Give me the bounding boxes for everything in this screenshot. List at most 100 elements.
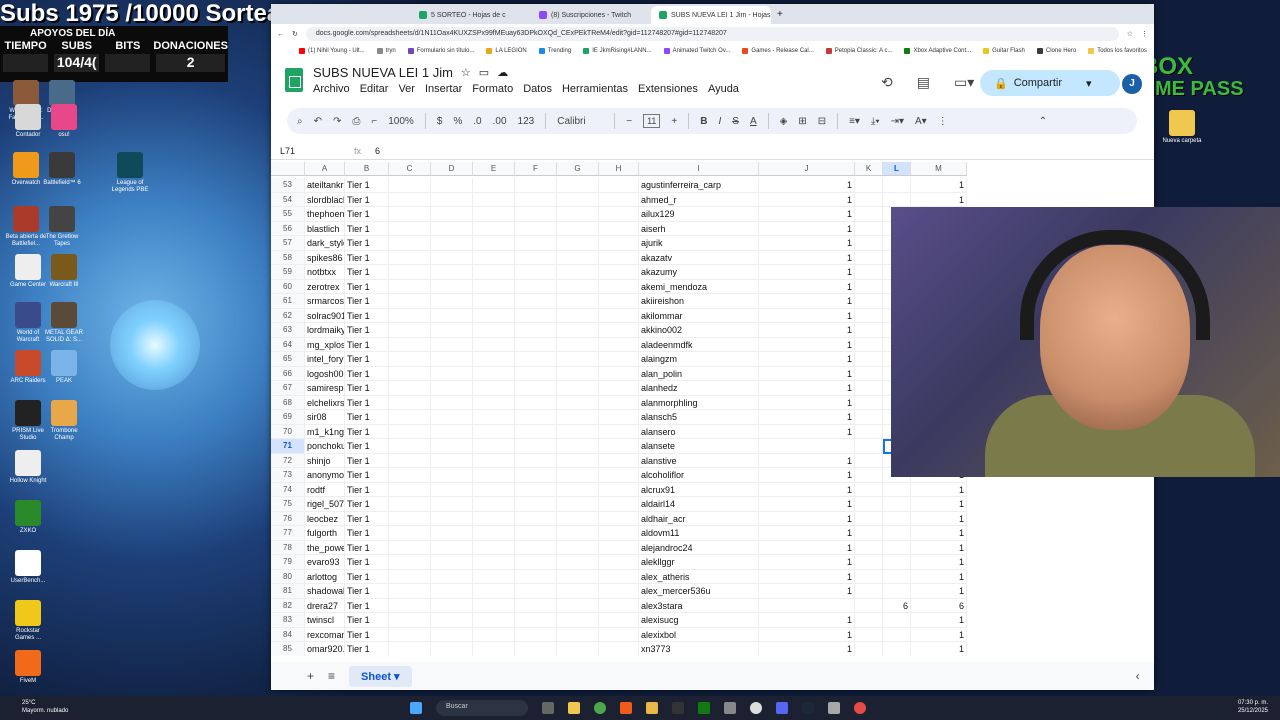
cell-i[interactable]: akkino002 bbox=[639, 323, 759, 338]
back-icon[interactable]: ← bbox=[277, 31, 284, 38]
cell-j[interactable]: 1 bbox=[759, 395, 855, 410]
cell-h[interactable] bbox=[599, 642, 639, 656]
cell-e[interactable] bbox=[473, 207, 515, 222]
cell-j[interactable]: 1 bbox=[759, 192, 855, 207]
cell-b[interactable]: Tier 1 bbox=[345, 395, 389, 410]
cell-a[interactable]: twinscl bbox=[305, 613, 345, 628]
menu-item-4[interactable]: Formato bbox=[472, 83, 513, 95]
cell-d[interactable] bbox=[431, 569, 473, 584]
cell-d[interactable] bbox=[431, 468, 473, 483]
cell-g[interactable] bbox=[557, 598, 599, 613]
cell-e[interactable] bbox=[473, 352, 515, 367]
row-number[interactable]: 67 bbox=[271, 381, 305, 396]
cell-b[interactable]: Tier 1 bbox=[345, 511, 389, 526]
cell-f[interactable] bbox=[515, 540, 557, 555]
cell-g[interactable] bbox=[557, 352, 599, 367]
cell-d[interactable] bbox=[431, 279, 473, 294]
row-number[interactable]: 59 bbox=[271, 265, 305, 280]
cell-e[interactable] bbox=[473, 569, 515, 584]
cell-k[interactable] bbox=[855, 178, 883, 193]
bookmark-item[interactable]: Xbox Adaptive Cont... bbox=[904, 48, 971, 54]
cell-k[interactable] bbox=[855, 511, 883, 526]
cell-c[interactable] bbox=[389, 627, 431, 642]
brave-icon[interactable] bbox=[620, 702, 632, 714]
cell-h[interactable] bbox=[599, 395, 639, 410]
desktop-icon-17[interactable]: Hollow Knight bbox=[6, 450, 50, 485]
cell-a[interactable]: elchelixrs bbox=[305, 395, 345, 410]
cell-k[interactable] bbox=[855, 381, 883, 396]
row-number[interactable]: 68 bbox=[271, 395, 305, 410]
cell-b[interactable]: Tier 1 bbox=[345, 410, 389, 425]
cell-a[interactable]: shinjo bbox=[305, 453, 345, 468]
redo-icon[interactable]: ↷ bbox=[333, 116, 341, 127]
cell-c[interactable] bbox=[389, 236, 431, 251]
cell-a[interactable]: anonymo bbox=[305, 468, 345, 483]
cell-a[interactable]: notbtxx bbox=[305, 265, 345, 280]
cell-h[interactable] bbox=[599, 366, 639, 381]
cell-l[interactable] bbox=[883, 569, 911, 584]
cell-m[interactable]: 1 bbox=[911, 584, 967, 599]
cell-j[interactable]: 1 bbox=[759, 352, 855, 367]
cell-d[interactable] bbox=[431, 366, 473, 381]
cell-c[interactable] bbox=[389, 192, 431, 207]
cell-h[interactable] bbox=[599, 192, 639, 207]
strikethrough-button[interactable]: S bbox=[732, 116, 739, 127]
cell-i[interactable]: xn3773 bbox=[639, 642, 759, 656]
text-rotation-icon[interactable]: A▾ bbox=[915, 116, 927, 127]
cell-a[interactable]: samirespi bbox=[305, 381, 345, 396]
row-number[interactable]: 79 bbox=[271, 555, 305, 570]
cell-i[interactable]: alan_polin bbox=[639, 366, 759, 381]
italic-button[interactable]: I bbox=[718, 116, 721, 127]
cell-c[interactable] bbox=[389, 308, 431, 323]
row-number[interactable]: 84 bbox=[271, 627, 305, 642]
cell-h[interactable] bbox=[599, 221, 639, 236]
menu-item-5[interactable]: Datos bbox=[523, 83, 552, 95]
row-number[interactable]: 54 bbox=[271, 192, 305, 207]
bookmark-item[interactable]: Formulario sin título... bbox=[407, 48, 474, 54]
cell-a[interactable]: dark_style bbox=[305, 236, 345, 251]
cell-g[interactable] bbox=[557, 207, 599, 222]
cell-f[interactable] bbox=[515, 221, 557, 236]
cell-h[interactable] bbox=[599, 453, 639, 468]
cell-b[interactable]: Tier 1 bbox=[345, 497, 389, 512]
cell-a[interactable]: rodtf bbox=[305, 482, 345, 497]
cell-c[interactable] bbox=[389, 642, 431, 656]
cell-a[interactable]: fulgorth bbox=[305, 526, 345, 541]
cell-h[interactable] bbox=[599, 265, 639, 280]
bookmark-item[interactable]: Petopia Classic: A c... bbox=[825, 48, 892, 54]
cell-i[interactable]: alansete bbox=[639, 439, 759, 454]
cell-e[interactable] bbox=[473, 294, 515, 309]
more-formats-button[interactable]: 123 bbox=[518, 116, 535, 127]
cell-e[interactable] bbox=[473, 598, 515, 613]
cell-g[interactable] bbox=[557, 279, 599, 294]
bold-button[interactable]: B bbox=[700, 116, 707, 127]
cell-f[interactable] bbox=[515, 279, 557, 294]
cell-m[interactable]: 6 bbox=[911, 598, 967, 613]
cell-m[interactable]: 1 bbox=[911, 642, 967, 656]
row-number[interactable]: 58 bbox=[271, 250, 305, 265]
new-tab-icon[interactable]: + bbox=[771, 9, 789, 24]
cell-b[interactable]: Tier 1 bbox=[345, 613, 389, 628]
cell-d[interactable] bbox=[431, 584, 473, 599]
cell-l[interactable] bbox=[883, 497, 911, 512]
cell-f[interactable] bbox=[515, 424, 557, 439]
row-number[interactable]: 77 bbox=[271, 526, 305, 541]
cell-b[interactable]: Tier 1 bbox=[345, 178, 389, 193]
cell-h[interactable] bbox=[599, 308, 639, 323]
cell-f[interactable] bbox=[515, 482, 557, 497]
cell-k[interactable] bbox=[855, 540, 883, 555]
cell-i[interactable]: akemi_mendoza bbox=[639, 279, 759, 294]
cell-g[interactable] bbox=[557, 511, 599, 526]
cell-k[interactable] bbox=[855, 424, 883, 439]
cell-k[interactable] bbox=[855, 497, 883, 512]
cell-f[interactable] bbox=[515, 294, 557, 309]
cell-b[interactable]: Tier 1 bbox=[345, 555, 389, 570]
explore-icon[interactable]: ‹ bbox=[1136, 669, 1140, 683]
cell-b[interactable]: Tier 1 bbox=[345, 250, 389, 265]
cell-m[interactable]: 1 bbox=[911, 613, 967, 628]
desktop-icon-12[interactable]: METAL GEAR SOLID Δ: S... bbox=[42, 302, 86, 344]
cell-h[interactable] bbox=[599, 352, 639, 367]
row-number[interactable]: 69 bbox=[271, 410, 305, 425]
cell-c[interactable] bbox=[389, 250, 431, 265]
row-number[interactable]: 57 bbox=[271, 236, 305, 251]
